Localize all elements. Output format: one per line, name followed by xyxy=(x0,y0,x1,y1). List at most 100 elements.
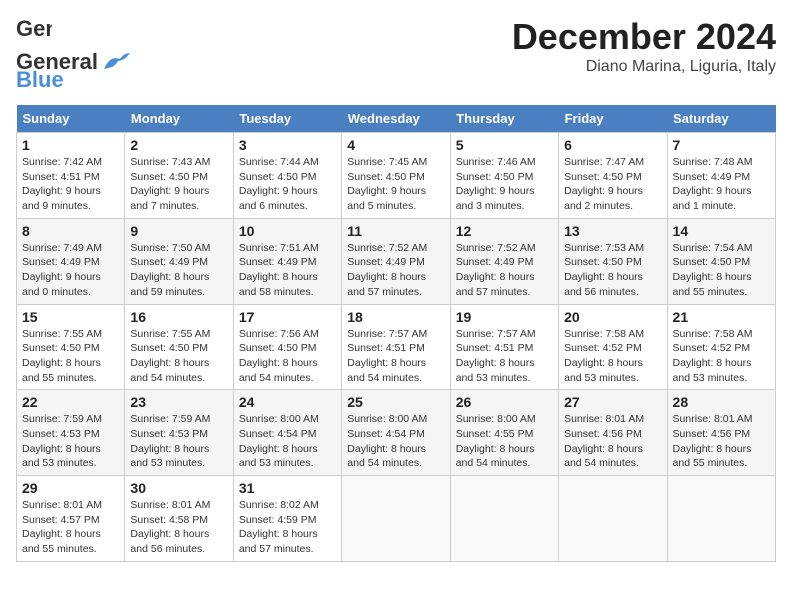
title-block: December 2024 Diano Marina, Liguria, Ita… xyxy=(512,16,776,76)
col-sunday: Sunday xyxy=(17,105,125,133)
day-number: 20 xyxy=(564,309,661,325)
day-info: Sunrise: 8:00 AMSunset: 4:54 PMDaylight:… xyxy=(347,412,444,471)
calendar-cell: 4 Sunrise: 7:45 AMSunset: 4:50 PMDayligh… xyxy=(342,133,450,219)
month-title: December 2024 xyxy=(512,16,776,58)
day-number: 6 xyxy=(564,137,661,153)
day-number: 23 xyxy=(130,394,227,410)
week-row-3: 15 Sunrise: 7:55 AMSunset: 4:50 PMDaylig… xyxy=(17,304,776,390)
day-info: Sunrise: 7:52 AMSunset: 4:49 PMDaylight:… xyxy=(347,241,444,300)
day-number: 8 xyxy=(22,223,119,239)
day-number: 5 xyxy=(456,137,553,153)
day-info: Sunrise: 7:58 AMSunset: 4:52 PMDaylight:… xyxy=(564,327,661,386)
day-info: Sunrise: 8:00 AMSunset: 4:54 PMDaylight:… xyxy=(239,412,336,471)
calendar-cell xyxy=(559,476,667,562)
day-number: 13 xyxy=(564,223,661,239)
calendar-cell xyxy=(450,476,558,562)
week-row-5: 29 Sunrise: 8:01 AMSunset: 4:57 PMDaylig… xyxy=(17,476,776,562)
day-info: Sunrise: 7:58 AMSunset: 4:52 PMDaylight:… xyxy=(673,327,770,386)
day-info: Sunrise: 7:42 AMSunset: 4:51 PMDaylight:… xyxy=(22,155,119,214)
calendar-cell xyxy=(342,476,450,562)
day-info: Sunrise: 8:01 AMSunset: 4:56 PMDaylight:… xyxy=(673,412,770,471)
day-info: Sunrise: 7:49 AMSunset: 4:49 PMDaylight:… xyxy=(22,241,119,300)
day-number: 10 xyxy=(239,223,336,239)
logo: General General Blue xyxy=(16,16,132,93)
day-number: 4 xyxy=(347,137,444,153)
calendar-cell: 24 Sunrise: 8:00 AMSunset: 4:54 PMDaylig… xyxy=(233,390,341,476)
col-monday: Monday xyxy=(125,105,233,133)
day-number: 2 xyxy=(130,137,227,153)
day-number: 16 xyxy=(130,309,227,325)
svg-text:General: General xyxy=(16,16,52,41)
calendar-cell: 9 Sunrise: 7:50 AMSunset: 4:49 PMDayligh… xyxy=(125,218,233,304)
day-info: Sunrise: 7:48 AMSunset: 4:49 PMDaylight:… xyxy=(673,155,770,214)
day-number: 19 xyxy=(456,309,553,325)
day-info: Sunrise: 7:43 AMSunset: 4:50 PMDaylight:… xyxy=(130,155,227,214)
calendar-cell: 20 Sunrise: 7:58 AMSunset: 4:52 PMDaylig… xyxy=(559,304,667,390)
day-info: Sunrise: 7:50 AMSunset: 4:49 PMDaylight:… xyxy=(130,241,227,300)
day-number: 29 xyxy=(22,480,119,496)
calendar-cell: 2 Sunrise: 7:43 AMSunset: 4:50 PMDayligh… xyxy=(125,133,233,219)
day-info: Sunrise: 7:55 AMSunset: 4:50 PMDaylight:… xyxy=(130,327,227,386)
header-row: Sunday Monday Tuesday Wednesday Thursday… xyxy=(17,105,776,133)
calendar-cell: 26 Sunrise: 8:00 AMSunset: 4:55 PMDaylig… xyxy=(450,390,558,476)
day-number: 17 xyxy=(239,309,336,325)
calendar-cell: 8 Sunrise: 7:49 AMSunset: 4:49 PMDayligh… xyxy=(17,218,125,304)
col-wednesday: Wednesday xyxy=(342,105,450,133)
calendar-cell: 6 Sunrise: 7:47 AMSunset: 4:50 PMDayligh… xyxy=(559,133,667,219)
day-number: 25 xyxy=(347,394,444,410)
day-number: 30 xyxy=(130,480,227,496)
calendar-table: Sunday Monday Tuesday Wednesday Thursday… xyxy=(16,105,776,562)
day-number: 1 xyxy=(22,137,119,153)
calendar-cell: 18 Sunrise: 7:57 AMSunset: 4:51 PMDaylig… xyxy=(342,304,450,390)
location: Diano Marina, Liguria, Italy xyxy=(512,58,776,76)
col-friday: Friday xyxy=(559,105,667,133)
day-number: 28 xyxy=(673,394,770,410)
calendar-cell: 17 Sunrise: 7:56 AMSunset: 4:50 PMDaylig… xyxy=(233,304,341,390)
day-number: 11 xyxy=(347,223,444,239)
calendar-cell: 30 Sunrise: 8:01 AMSunset: 4:58 PMDaylig… xyxy=(125,476,233,562)
day-number: 24 xyxy=(239,394,336,410)
day-info: Sunrise: 8:01 AMSunset: 4:57 PMDaylight:… xyxy=(22,498,119,557)
logo-blue: Blue xyxy=(16,67,64,93)
day-info: Sunrise: 8:00 AMSunset: 4:55 PMDaylight:… xyxy=(456,412,553,471)
calendar-cell: 5 Sunrise: 7:46 AMSunset: 4:50 PMDayligh… xyxy=(450,133,558,219)
day-number: 18 xyxy=(347,309,444,325)
calendar-cell: 23 Sunrise: 7:59 AMSunset: 4:53 PMDaylig… xyxy=(125,390,233,476)
calendar-cell: 22 Sunrise: 7:59 AMSunset: 4:53 PMDaylig… xyxy=(17,390,125,476)
day-number: 9 xyxy=(130,223,227,239)
calendar-cell: 21 Sunrise: 7:58 AMSunset: 4:52 PMDaylig… xyxy=(667,304,775,390)
week-row-2: 8 Sunrise: 7:49 AMSunset: 4:49 PMDayligh… xyxy=(17,218,776,304)
day-number: 26 xyxy=(456,394,553,410)
day-info: Sunrise: 7:46 AMSunset: 4:50 PMDaylight:… xyxy=(456,155,553,214)
day-number: 31 xyxy=(239,480,336,496)
calendar-cell: 31 Sunrise: 8:02 AMSunset: 4:59 PMDaylig… xyxy=(233,476,341,562)
calendar-cell: 3 Sunrise: 7:44 AMSunset: 4:50 PMDayligh… xyxy=(233,133,341,219)
day-info: Sunrise: 7:56 AMSunset: 4:50 PMDaylight:… xyxy=(239,327,336,386)
day-number: 12 xyxy=(456,223,553,239)
calendar-cell: 27 Sunrise: 8:01 AMSunset: 4:56 PMDaylig… xyxy=(559,390,667,476)
day-number: 14 xyxy=(673,223,770,239)
calendar-cell xyxy=(667,476,775,562)
calendar-cell: 1 Sunrise: 7:42 AMSunset: 4:51 PMDayligh… xyxy=(17,133,125,219)
week-row-4: 22 Sunrise: 7:59 AMSunset: 4:53 PMDaylig… xyxy=(17,390,776,476)
day-number: 21 xyxy=(673,309,770,325)
calendar-cell: 12 Sunrise: 7:52 AMSunset: 4:49 PMDaylig… xyxy=(450,218,558,304)
day-number: 22 xyxy=(22,394,119,410)
day-number: 27 xyxy=(564,394,661,410)
week-row-1: 1 Sunrise: 7:42 AMSunset: 4:51 PMDayligh… xyxy=(17,133,776,219)
calendar-cell: 28 Sunrise: 8:01 AMSunset: 4:56 PMDaylig… xyxy=(667,390,775,476)
day-info: Sunrise: 7:54 AMSunset: 4:50 PMDaylight:… xyxy=(673,241,770,300)
calendar-cell: 13 Sunrise: 7:53 AMSunset: 4:50 PMDaylig… xyxy=(559,218,667,304)
col-saturday: Saturday xyxy=(667,105,775,133)
calendar-cell: 14 Sunrise: 7:54 AMSunset: 4:50 PMDaylig… xyxy=(667,218,775,304)
day-info: Sunrise: 7:44 AMSunset: 4:50 PMDaylight:… xyxy=(239,155,336,214)
day-info: Sunrise: 7:59 AMSunset: 4:53 PMDaylight:… xyxy=(130,412,227,471)
day-info: Sunrise: 8:01 AMSunset: 4:58 PMDaylight:… xyxy=(130,498,227,557)
calendar-cell: 16 Sunrise: 7:55 AMSunset: 4:50 PMDaylig… xyxy=(125,304,233,390)
logo-bird-icon xyxy=(102,51,132,73)
day-info: Sunrise: 7:57 AMSunset: 4:51 PMDaylight:… xyxy=(347,327,444,386)
col-thursday: Thursday xyxy=(450,105,558,133)
day-info: Sunrise: 7:55 AMSunset: 4:50 PMDaylight:… xyxy=(22,327,119,386)
day-number: 15 xyxy=(22,309,119,325)
day-info: Sunrise: 7:57 AMSunset: 4:51 PMDaylight:… xyxy=(456,327,553,386)
